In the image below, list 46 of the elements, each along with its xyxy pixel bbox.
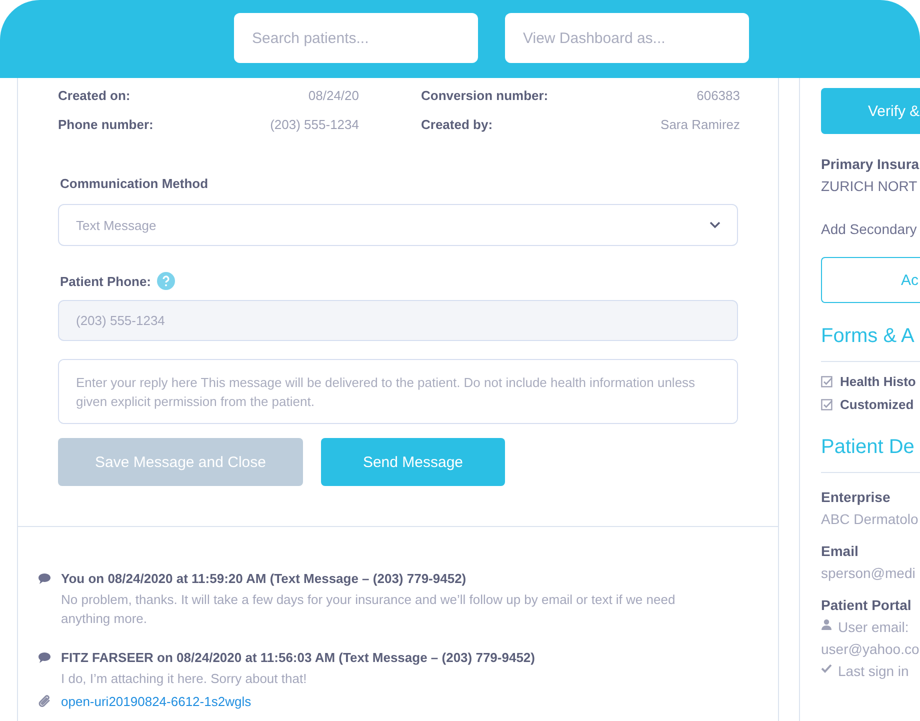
check-icon [821, 664, 832, 672]
detail-label: Phone number: [58, 117, 154, 132]
detail-label: Email [821, 543, 858, 559]
insurance-value: ZURICH NORT [821, 178, 918, 194]
detail-value: 08/24/20 [307, 88, 359, 103]
field-label: Patient Phone: [60, 274, 152, 288]
form-name: Customized [840, 397, 914, 412]
detail-label: Created on: [58, 88, 132, 103]
message-header: You on 08/24/2020 at 11:59:20 AM (Text Message – (203) 779-9452) [61, 571, 466, 586]
chevron-down-icon [709, 221, 721, 229]
user-icon [821, 618, 832, 630]
detail-label: Conversion number: [421, 88, 550, 103]
add-button[interactable]: Ac [821, 257, 920, 303]
message-text: No problem, thanks. It will take a few days for your insurance and we’ll follow up by email or text if we need anything more. [61, 591, 676, 628]
detail-value: sperson@medi [821, 565, 916, 581]
portal-text: user@yahoo.co [821, 641, 920, 657]
portal-text: Last sign in [838, 663, 909, 679]
paperclip-icon [38, 695, 51, 708]
add-secondary-text: Add Secondary [821, 221, 917, 237]
help-icon[interactable] [157, 272, 176, 290]
attachment-link[interactable]: open-uri20190824-6612-1s2wgls [61, 694, 252, 709]
section-heading: Forms & A [821, 325, 920, 362]
speech-bubble-icon [38, 572, 51, 584]
section-heading: Patient De [821, 436, 920, 473]
checkbox-icon[interactable] [821, 398, 833, 410]
message-text: I do, I’m attaching it here. Sorry about that! [61, 670, 308, 688]
reply-field[interactable]: Enter your reply here This message will be delivered to the patient. Do not include health information unless given explicit permission from the patient. [58, 359, 738, 424]
checkbox-icon[interactable] [821, 376, 833, 388]
detail-label: Enterprise [821, 489, 890, 505]
detail-label: Patient Portal [821, 597, 912, 613]
message-header: FITZ FARSEER on 08/24/2020 at 11:56:03 AM (Text Message – (203) 779-9452) [61, 650, 535, 665]
field-label: Communication Method [60, 176, 210, 191]
communication-select[interactable]: Text Message [58, 204, 738, 246]
form-name: Health Histo [840, 374, 916, 389]
speech-bubble-icon [38, 652, 51, 664]
detail-value: (203) 555-1234 [269, 117, 359, 132]
search-field[interactable]: Search patients... [234, 13, 478, 63]
portal-text: User email: [838, 619, 909, 635]
insurance-label: Primary Insura [821, 156, 920, 172]
view-as-field[interactable]: View Dashboard as... [505, 13, 749, 63]
detail-value: ABC Dermatolo [821, 511, 918, 527]
send-button[interactable]: Send Message [321, 438, 505, 486]
detail-value: Sara Ramirez [660, 117, 740, 132]
detail-label: Created by: [421, 117, 494, 132]
verify-button[interactable]: Verify & [821, 88, 920, 134]
detail-value: 606383 [696, 88, 740, 103]
